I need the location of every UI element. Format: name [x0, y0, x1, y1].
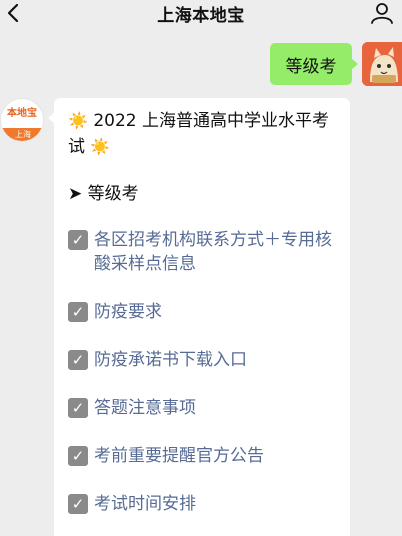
arrow-right-icon: ➤ [68, 184, 83, 204]
chat-title: 上海本地宝 [157, 5, 245, 26]
sun-icon: ☀️ [68, 111, 88, 130]
checkbox-icon: ✓ [68, 302, 88, 322]
section-label: 等级考 [87, 184, 139, 204]
user-avatar[interactable] [362, 42, 402, 86]
link-list: ✓ 各区招考机构联系方式＋专用核酸采样点信息 ✓ 防疫要求 ✓ 防疫承诺书下载入… [68, 228, 336, 516]
link-label[interactable]: 防疫要求 [94, 300, 162, 324]
incoming-message-bubble: ☀️ 2022 上海普通高中学业水平考试 ☀️ ➤ 等级考 ✓ 各区招考机构联系… [48, 98, 350, 536]
link-label[interactable]: 答题注意事项 [94, 396, 196, 420]
outgoing-message-bubble[interactable]: 等级考 [270, 43, 358, 85]
checkbox-icon: ✓ [68, 398, 88, 418]
link-item[interactable]: ✓ 考试时间安排 [68, 492, 336, 516]
link-label[interactable]: 各区招考机构联系方式＋专用核酸采样点信息 [94, 228, 336, 276]
back-chevron-icon[interactable] [4, 2, 24, 24]
checkbox-icon: ✓ [68, 230, 88, 250]
bot-avatar[interactable]: 本地宝 上海 [0, 98, 44, 142]
bot-logo-band: 上海 [1, 128, 43, 141]
cat-avatar-icon [362, 42, 402, 86]
link-item[interactable]: ✓ 考前重要提醒官方公告 [68, 444, 336, 468]
link-label[interactable]: 考试时间安排 [94, 492, 196, 516]
link-item[interactable]: ✓ 答题注意事项 [68, 396, 336, 420]
link-label[interactable]: 考前重要提醒官方公告 [94, 444, 264, 468]
link-item[interactable]: ✓ 各区招考机构联系方式＋专用核酸采样点信息 [68, 228, 336, 276]
bot-logo-text: 本地宝 [7, 108, 37, 119]
link-item[interactable]: ✓ 防疫承诺书下载入口 [68, 348, 336, 372]
sun-icon: ☀️ [90, 137, 111, 156]
checkbox-icon: ✓ [68, 350, 88, 370]
link-label[interactable]: 防疫承诺书下载入口 [94, 348, 247, 372]
section-heading: ➤ 等级考 [68, 182, 336, 206]
link-item[interactable]: ✓ 防疫要求 [68, 300, 336, 324]
checkbox-icon: ✓ [68, 494, 88, 514]
profile-icon[interactable] [370, 2, 394, 24]
title-bar: 上海本地宝 [0, 0, 402, 26]
checkbox-icon: ✓ [68, 446, 88, 466]
bot-logo-subtext [5, 121, 39, 126]
message-headline: ☀️ 2022 上海普通高中学业水平考试 ☀️ [68, 108, 336, 160]
outgoing-message-text: 等级考 [285, 56, 337, 77]
